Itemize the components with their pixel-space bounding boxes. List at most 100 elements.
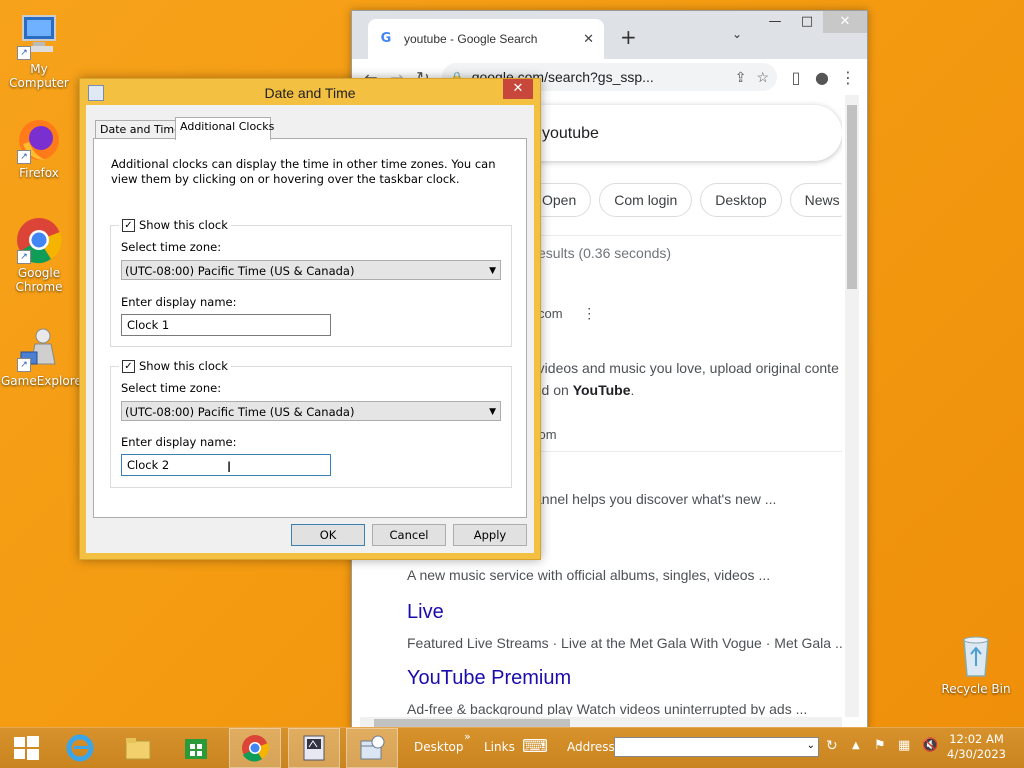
tz1-select[interactable]: (UTC-08:00) Pacific Time (US & Canada) ▼ xyxy=(121,260,501,280)
desktop-icon-firefox[interactable]: ↗ Firefox xyxy=(1,116,77,180)
dialog-titlebar[interactable]: Date and Time ✕ xyxy=(80,79,540,105)
minimize-icon[interactable]: — xyxy=(759,11,791,33)
keyboard-icon[interactable]: ⌨ xyxy=(522,736,548,757)
desktop-icon-label: Google Chrome xyxy=(15,266,63,294)
bookmark-star-icon[interactable]: ☆ xyxy=(756,69,769,86)
result-title-live[interactable]: Live xyxy=(407,601,444,624)
taskbar-ie[interactable] xyxy=(54,728,106,768)
volume-muted-icon[interactable]: 🔇 xyxy=(922,738,938,753)
results-stat: esults (0.36 seconds) xyxy=(538,245,672,261)
desktop-icon-google-chrome[interactable]: ↗ Google Chrome xyxy=(1,216,77,294)
show-clock1-label: Show this clock xyxy=(139,218,228,232)
dialog-body: Date and Time Additional Clocks Addition… xyxy=(86,105,534,553)
scroll-thumb[interactable] xyxy=(847,105,857,289)
result-site: com ⋮ xyxy=(538,305,596,322)
desktop-icon-my-computer[interactable]: ↗ My Computer xyxy=(1,12,77,90)
name2-label: Enter display name: xyxy=(121,435,237,449)
apply-button[interactable]: Apply xyxy=(453,524,527,546)
result-description: e videos and music you love, upload orig… xyxy=(526,357,842,401)
tab-title: youtube - Google Search xyxy=(404,32,538,46)
filter-chips: Open Com login Desktop News xyxy=(527,183,842,217)
recycle-bin-icon xyxy=(952,632,1000,680)
result-title-premium[interactable]: YouTube Premium xyxy=(407,667,571,690)
cancel-button[interactable]: Cancel xyxy=(372,524,446,546)
show-clock2-checkbox[interactable]: ✓ Show this clock xyxy=(119,359,231,373)
clock-date: 4/30/2023 xyxy=(947,747,1006,761)
chip-desktop[interactable]: Desktop xyxy=(700,183,782,217)
side-panel-icon[interactable]: ▯ xyxy=(783,68,809,87)
share-icon[interactable]: ⇪ xyxy=(735,69,747,86)
desc-line-1: e videos and music you love, upload orig… xyxy=(526,360,839,376)
toolbar-chevron-icon[interactable]: » xyxy=(464,730,471,743)
show-clock1-checkbox[interactable]: ✓ Show this clock xyxy=(119,218,231,232)
tz1-value: (UTC-08:00) Pacific Time (US & Canada) xyxy=(125,264,355,278)
additional-clocks-panel: Additional clocks can display the time i… xyxy=(93,138,527,518)
address-input[interactable]: ⌄ xyxy=(614,737,819,757)
taskbar-clock[interactable]: 12:02 AM 4/30/2023 xyxy=(947,732,1006,762)
show-clock2-label: Show this clock xyxy=(139,359,228,373)
tab-date-and-time[interactable]: Date and Time xyxy=(95,120,185,139)
shortcut-arrow-icon: ↗ xyxy=(17,46,31,60)
firefox-icon: ↗ xyxy=(15,116,63,164)
desc-line-2: orld on YouTube. xyxy=(526,379,842,401)
result-snippet-live: Featured Live Streams · Live at the Met … xyxy=(407,635,842,651)
dialog-title: Date and Time xyxy=(264,85,356,101)
tab-search-chevron-icon[interactable]: ⌄ xyxy=(732,27,742,41)
clock-time: 12:02 AM xyxy=(949,732,1004,746)
close-icon[interactable]: ✕ xyxy=(503,79,533,99)
taskbar-date-time[interactable] xyxy=(346,728,398,768)
name2-input[interactable]: Clock 2 xyxy=(121,454,331,476)
name1-label: Enter display name: xyxy=(121,295,237,309)
shortcut-arrow-icon: ↗ xyxy=(17,358,31,372)
name1-input[interactable]: Clock 1 xyxy=(121,314,331,336)
checkbox-check-icon: ✓ xyxy=(122,218,135,232)
chip-com-login[interactable]: Com login xyxy=(599,183,693,217)
taskbar: Desktop » Links ⌨ Address ⌄ ↻ ▲ ⚑ ▦ 🔇 12… xyxy=(0,727,1024,768)
taskbar-app-vm[interactable] xyxy=(288,728,340,768)
taskbar-store[interactable] xyxy=(170,728,222,768)
search-query: youtube xyxy=(542,125,599,142)
desktop-icon-gameexplorer[interactable]: ↗ GameExplorer xyxy=(1,324,87,388)
chrome-tab[interactable]: G youtube - Google Search ✕ xyxy=(368,19,604,59)
desktop-icon-label: Recycle Bin xyxy=(941,682,1011,696)
toolbar-links[interactable]: Links xyxy=(484,740,515,754)
tab-additional-clocks[interactable]: Additional Clocks xyxy=(175,117,274,140)
maximize-icon[interactable]: □ xyxy=(791,11,823,33)
chrome-tab-strip: G youtube - Google Search ✕ + ⌄ — □ ✕ xyxy=(352,11,867,59)
network-icon[interactable]: ▦ xyxy=(898,738,910,753)
desc-line-2-bold: YouTube xyxy=(572,382,631,398)
tz2-value: (UTC-08:00) Pacific Time (US & Canada) xyxy=(125,405,355,419)
show-hidden-icons-icon[interactable]: ▲ xyxy=(852,740,860,751)
taskbar-chrome[interactable] xyxy=(229,728,281,768)
more-options-icon[interactable]: ⋮ xyxy=(582,305,596,321)
refresh-icon[interactable]: ↻ xyxy=(826,738,838,754)
clock2-group: ✓ Show this clock Select time zone: (UTC… xyxy=(110,359,512,488)
profile-avatar-icon[interactable]: ● xyxy=(809,68,835,87)
action-center-flag-icon[interactable]: ⚑ xyxy=(874,738,886,753)
toolbar-desktop[interactable]: Desktop xyxy=(414,740,464,754)
taskbar-file-explorer[interactable] xyxy=(112,728,164,768)
internet-explorer-icon xyxy=(66,734,94,762)
vertical-scrollbar[interactable] xyxy=(845,95,859,717)
desktop-icon-label: GameExplorer xyxy=(1,374,87,388)
chip-news[interactable]: News xyxy=(789,183,842,217)
new-tab-icon[interactable]: + xyxy=(620,25,637,49)
store-icon xyxy=(185,739,207,759)
tz2-select[interactable]: (UTC-08:00) Pacific Time (US & Canada) ▼ xyxy=(121,401,501,421)
windows-logo-icon xyxy=(14,736,39,760)
kebab-menu-icon[interactable]: ⋮ xyxy=(835,68,861,87)
start-button[interactable] xyxy=(0,728,52,768)
result-snippet-premium: Ad-free & background play Watch videos u… xyxy=(407,701,808,715)
chevron-down-icon[interactable]: ⌄ xyxy=(807,740,815,751)
ok-button[interactable]: OK xyxy=(291,524,365,546)
tab-close-icon[interactable]: ✕ xyxy=(583,32,594,47)
google-g-icon: G xyxy=(380,31,392,46)
desc-line-2-suffix: . xyxy=(630,382,635,398)
desktop-icon-recycle-bin[interactable]: Recycle Bin xyxy=(938,632,1014,696)
result-snippet: annel helps you discover what's new ... xyxy=(534,491,777,507)
calendar-clock-icon xyxy=(360,735,385,760)
desktop-icon-label: Firefox xyxy=(19,166,59,180)
tz2-label: Select time zone: xyxy=(121,381,222,395)
divider xyxy=(538,235,842,236)
close-icon[interactable]: ✕ xyxy=(823,11,867,33)
